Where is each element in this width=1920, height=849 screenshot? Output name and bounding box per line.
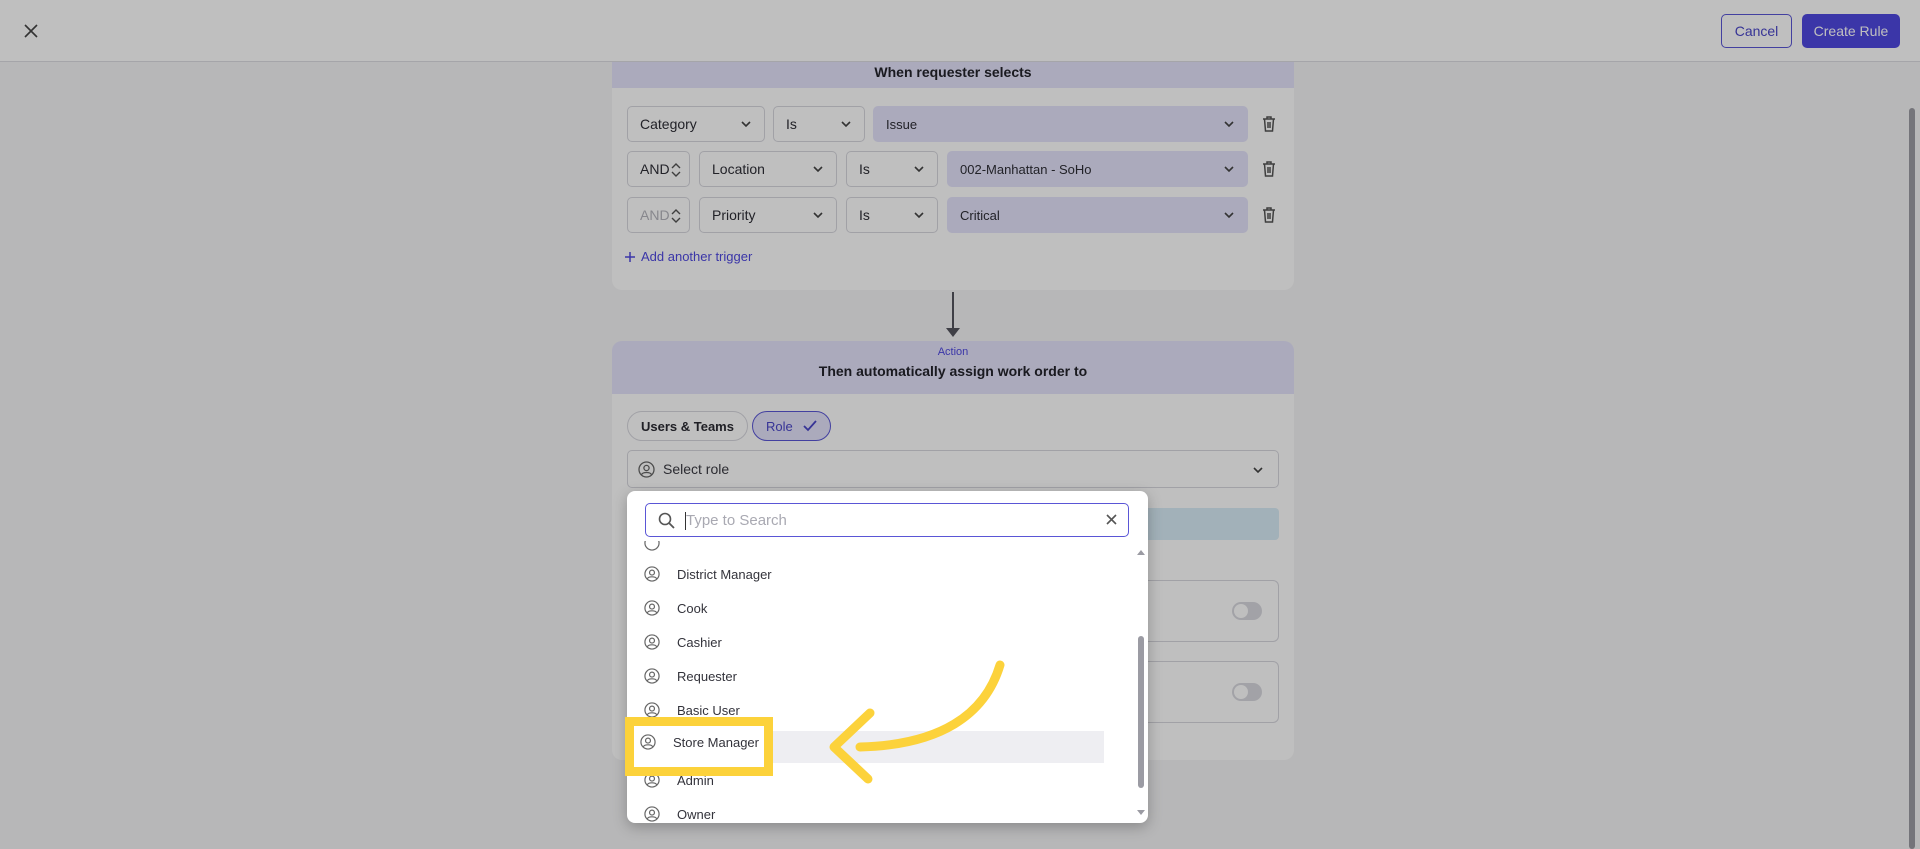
- callout-arrow-icon: [829, 660, 1005, 784]
- search-placeholder: Type to Search: [686, 511, 787, 529]
- role-option-label: Requester: [677, 668, 737, 684]
- role-option-owner[interactable]: Owner: [644, 798, 1104, 823]
- scroll-up-icon[interactable]: [1136, 548, 1146, 556]
- user-circle-icon: [640, 734, 656, 750]
- role-option-cook[interactable]: Cook: [644, 592, 1104, 624]
- role-option-label: Cook: [677, 600, 708, 616]
- role-option-label: Owner: [677, 806, 716, 822]
- role-option-label: Cashier: [677, 634, 722, 650]
- user-circle-icon: [644, 806, 660, 822]
- role-option-cashier[interactable]: Cashier: [644, 626, 1104, 658]
- role-option-label: Basic User: [677, 702, 740, 718]
- clear-icon[interactable]: [1105, 513, 1118, 526]
- user-circle-icon: [644, 541, 660, 551]
- text-caret: [685, 512, 686, 530]
- highlight-frame: Store Manager: [625, 717, 773, 776]
- dropdown-scrollbar[interactable]: [1138, 636, 1144, 788]
- search-input[interactable]: Type to Search: [645, 503, 1129, 537]
- user-circle-icon: [644, 668, 660, 684]
- list-item-partial[interactable]: [644, 541, 1104, 551]
- user-circle-icon: [644, 634, 660, 650]
- role-option-label: Store Manager: [673, 734, 759, 750]
- role-option-district-manager[interactable]: District Manager: [644, 558, 1104, 590]
- search-icon: [658, 512, 675, 529]
- user-circle-icon: [644, 566, 660, 582]
- scroll-down-icon[interactable]: [1136, 809, 1146, 817]
- user-circle-icon: [644, 702, 660, 718]
- user-circle-icon: [644, 600, 660, 616]
- role-option-store-manager[interactable]: Store Manager: [640, 734, 759, 750]
- role-option-label: District Manager: [677, 566, 772, 582]
